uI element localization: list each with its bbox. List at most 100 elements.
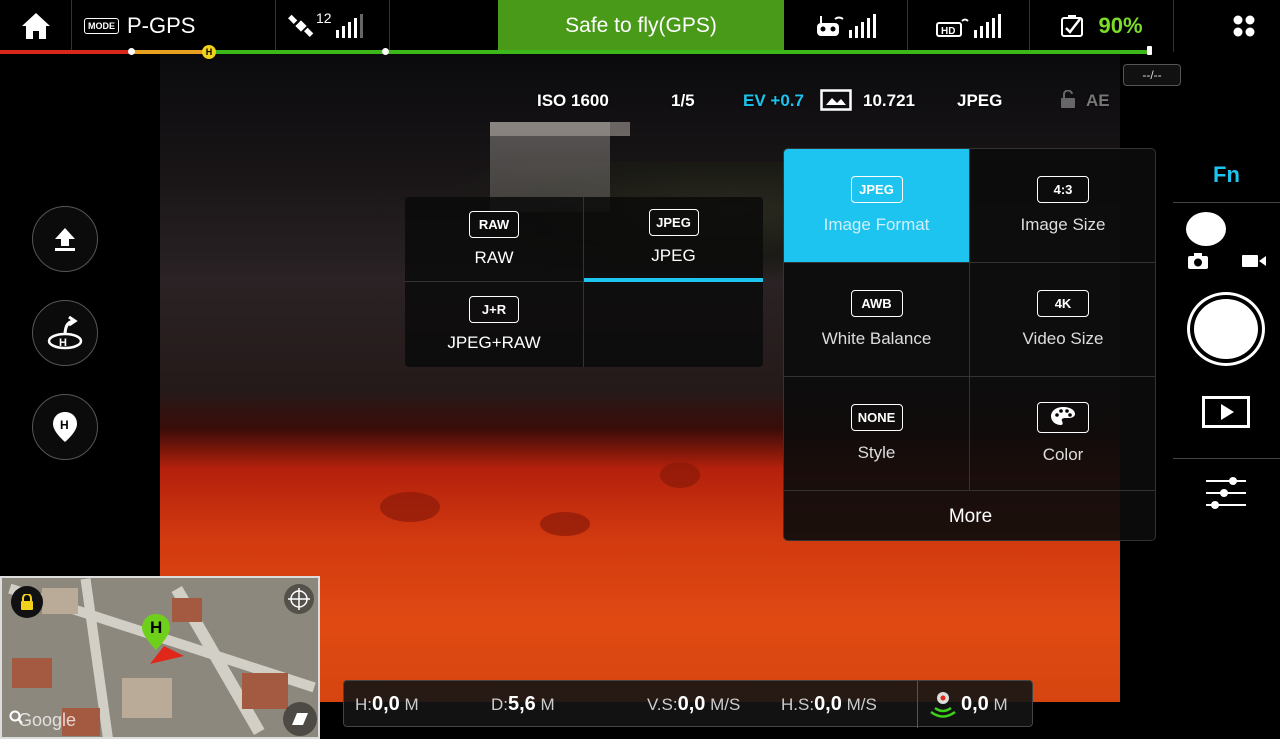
menu-badge: 4K (1037, 290, 1089, 317)
feed-rock (380, 492, 440, 522)
shutter-button[interactable] (1187, 292, 1265, 366)
menu-style[interactable]: NONE Style (784, 377, 970, 491)
satellite-count: 12 (316, 10, 332, 26)
feed-rock (660, 462, 700, 488)
remaining-capacity: 10.721 (863, 91, 915, 110)
flight-status[interactable]: Safe to fly(GPS) (498, 0, 784, 52)
horizontal-speed-unit: M/S (846, 695, 877, 714)
rail-divider (1173, 202, 1280, 203)
svg-text:H: H (60, 418, 69, 432)
video-camera-icon (1242, 255, 1266, 267)
map-building (12, 658, 52, 688)
battery-line-critical (0, 50, 130, 54)
telemetry-divider (917, 681, 918, 728)
top-status-bar: MODE P-GPS 12 Safe to fly(GPS) HD 90% (0, 0, 1280, 52)
menu-color[interactable]: Color (970, 377, 1155, 491)
menu-label: Image Size (1020, 215, 1106, 234)
hd-signal-icon (974, 14, 1001, 38)
takeoff-icon (55, 228, 75, 251)
palette-icon (1037, 402, 1089, 433)
remote-controller-icon (817, 16, 844, 36)
home-icon (21, 13, 50, 39)
format-option-jpeg-raw[interactable]: J+R JPEG+RAW (405, 282, 584, 367)
image-storage-icon (820, 89, 852, 111)
telemetry-panel: H:0,0 M D:5,6 M V.S:0,0 M/S H.S:0,0 M/S … (343, 680, 1033, 728)
camera-settings-sliders-icon[interactable] (1204, 476, 1248, 510)
battery-line-low (130, 50, 210, 54)
home-return-marker: H (202, 45, 216, 59)
gps-signal-icon (335, 14, 363, 38)
battery-icon (1061, 15, 1084, 37)
svg-text:HD: HD (941, 26, 955, 37)
image-format-submenu: RAW RAW JPEG JPEG J+R JPEG+RAW (405, 197, 763, 367)
settings-menu-button[interactable] (1208, 0, 1280, 52)
vertical-speed-unit: M/S (710, 695, 741, 714)
video-link-signal[interactable]: HD (908, 0, 1030, 52)
home-button[interactable] (0, 0, 72, 52)
playback-icon[interactable] (1202, 396, 1250, 428)
feed-rock (540, 512, 590, 536)
camera-settings-menu: JPEG Image Format 4:3 Image Size AWB Whi… (783, 148, 1156, 541)
altitude-readout: H:0,0 M (355, 693, 419, 716)
zoom-icon[interactable] (9, 710, 23, 724)
format-label: RAW (474, 247, 514, 267)
format-option-jpeg[interactable]: JPEG JPEG (584, 197, 763, 282)
battery-status[interactable]: 90% (1030, 0, 1174, 52)
format-badge: RAW (469, 210, 519, 238)
menu-image-size[interactable]: 4:3 Image Size (970, 149, 1155, 263)
map-building (122, 678, 172, 718)
menu-badge: NONE (850, 404, 903, 431)
menu-label: Video Size (1022, 329, 1104, 348)
flight-mode[interactable]: MODE P-GPS (72, 0, 276, 52)
grid-menu-icon (1233, 15, 1255, 37)
map-center-button[interactable] (284, 584, 314, 614)
altitude-unit: M (404, 695, 419, 714)
format-label: JPEG+RAW (447, 333, 541, 352)
format-badge: JPEG (648, 209, 699, 236)
battery-threshold-marker (382, 48, 389, 55)
home-point-marker-icon (142, 614, 184, 664)
flight-mode-label: P-GPS (127, 13, 196, 38)
return-home-icon: H (47, 315, 83, 350)
menu-label: Color (1042, 445, 1084, 464)
menu-white-balance[interactable]: AWB White Balance (784, 263, 970, 377)
menu-more-button[interactable]: More (784, 491, 1155, 540)
home-point-button[interactable]: H (32, 394, 98, 460)
fn-button[interactable]: Fn (1173, 162, 1280, 188)
horizontal-speed-label: H.S: (781, 695, 815, 714)
map-building (42, 588, 78, 614)
rc-signal[interactable] (784, 0, 908, 52)
satellite-icon (288, 14, 314, 37)
distance-label: D: (491, 695, 508, 714)
menu-badge: JPEG (850, 176, 903, 203)
map-clear-button[interactable] (283, 702, 317, 736)
format-value: JPEG (957, 91, 1003, 110)
rail-divider (1173, 458, 1280, 459)
mini-map[interactable]: H Google (0, 576, 320, 739)
menu-video-size[interactable]: 4K Video Size (970, 263, 1155, 377)
distance-readout: D:5,6 M (491, 693, 555, 716)
battery-end-marker (1147, 46, 1152, 55)
menu-label: Style (857, 443, 896, 462)
format-option-raw[interactable]: RAW RAW (405, 197, 584, 282)
altitude-value: 0,0 (372, 693, 400, 715)
takeoff-button[interactable] (32, 206, 98, 272)
map-building (242, 673, 288, 709)
ae-lock[interactable]: AE (1086, 91, 1110, 111)
map-pin-home-icon: H (53, 412, 77, 442)
vertical-speed-value: 0,0 (677, 693, 706, 715)
menu-image-format[interactable]: JPEG Image Format (784, 149, 970, 263)
map-lock-button[interactable] (11, 586, 43, 618)
feed-roof (490, 122, 630, 136)
distance-unit: M (540, 695, 555, 714)
photo-video-toggle[interactable] (1186, 212, 1226, 246)
unlock-icon[interactable] (1060, 90, 1076, 108)
hd-link-icon: HD (936, 18, 969, 37)
obstacle-sensor-icon (930, 692, 956, 718)
format-label: JPEG (651, 246, 696, 265)
return-to-home-button[interactable]: H (32, 300, 98, 366)
menu-label: Image Format (823, 215, 930, 234)
battery-threshold-marker (128, 48, 135, 55)
gps-status[interactable]: 12 (276, 0, 390, 52)
home-marker-label: H (150, 618, 163, 637)
